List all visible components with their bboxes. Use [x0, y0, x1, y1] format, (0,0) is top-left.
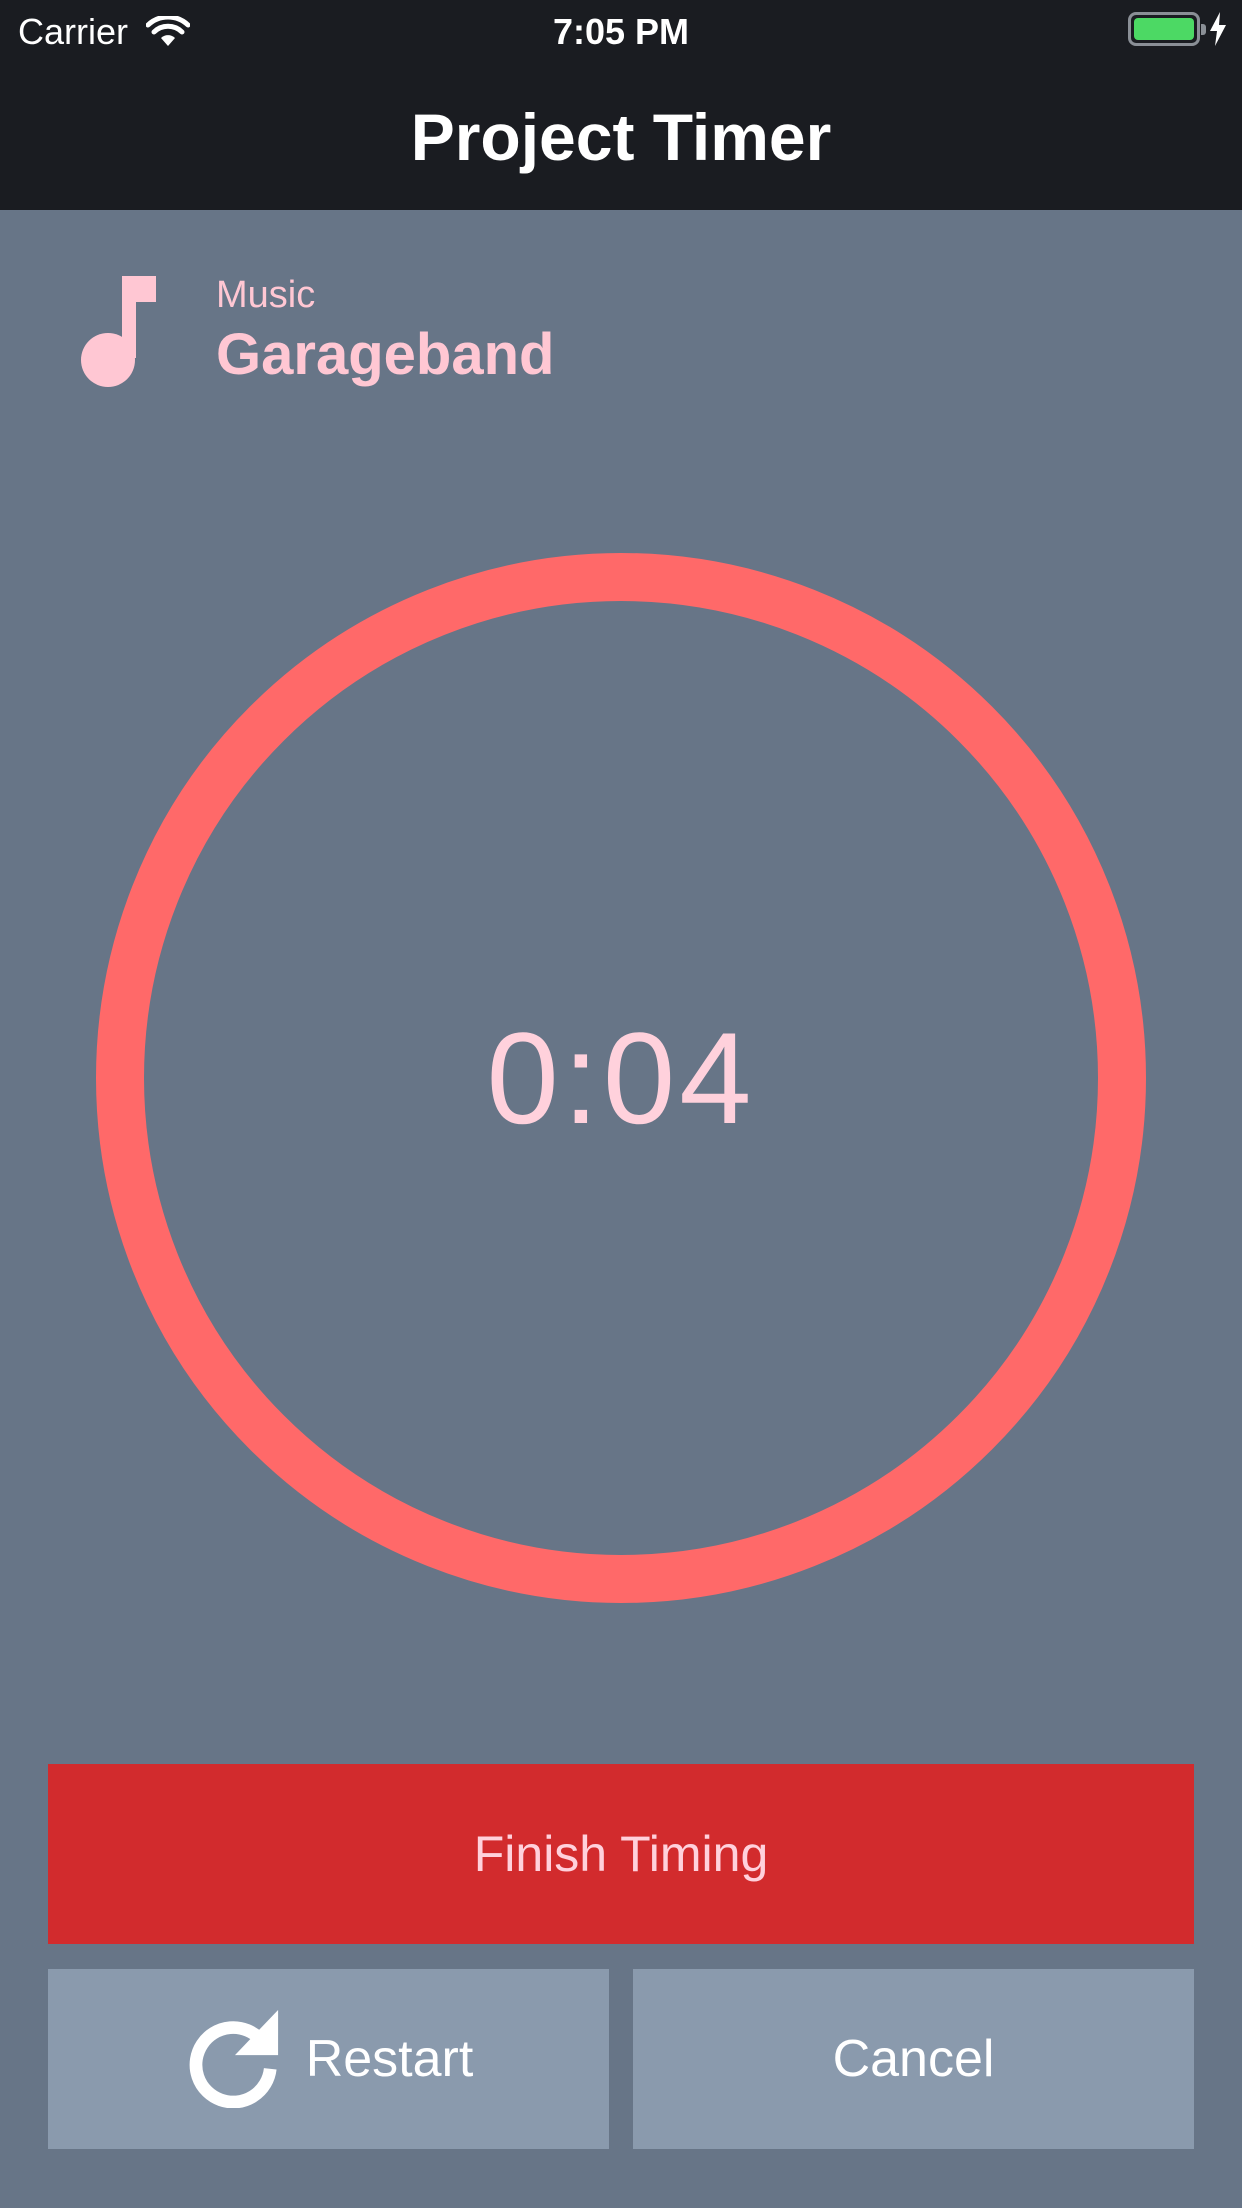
status-bar: Carrier 7:05 PM: [0, 0, 1242, 60]
restart-label: Restart: [305, 2030, 474, 2088]
status-time: 7:05 PM: [552, 11, 690, 52]
elapsed-time: 0:04: [486, 1005, 756, 1151]
project-category: Music: [216, 274, 316, 316]
music-note-icon: [81, 276, 156, 387]
restart-icon: [189, 2010, 278, 2108]
charging-bolt-icon: [1210, 12, 1226, 46]
navigation-bar: Project Timer: [0, 60, 1242, 210]
finish-timing-label: Finish Timing: [473, 1826, 769, 1882]
battery-fill: [1134, 18, 1194, 40]
project-name: Garageband: [216, 322, 555, 387]
battery-icon: [1128, 12, 1206, 46]
page-title: Project Timer: [410, 100, 832, 174]
cancel-label: Cancel: [832, 2030, 995, 2088]
battery-tip: [1201, 24, 1206, 35]
battery-indicator: [1128, 12, 1228, 46]
cancel-button[interactable]: Cancel: [633, 1969, 1194, 2149]
restart-button[interactable]: Restart: [48, 1969, 609, 2149]
project-header: Music Garageband: [80, 272, 980, 392]
finish-timing-button[interactable]: Finish Timing: [48, 1764, 1194, 1944]
